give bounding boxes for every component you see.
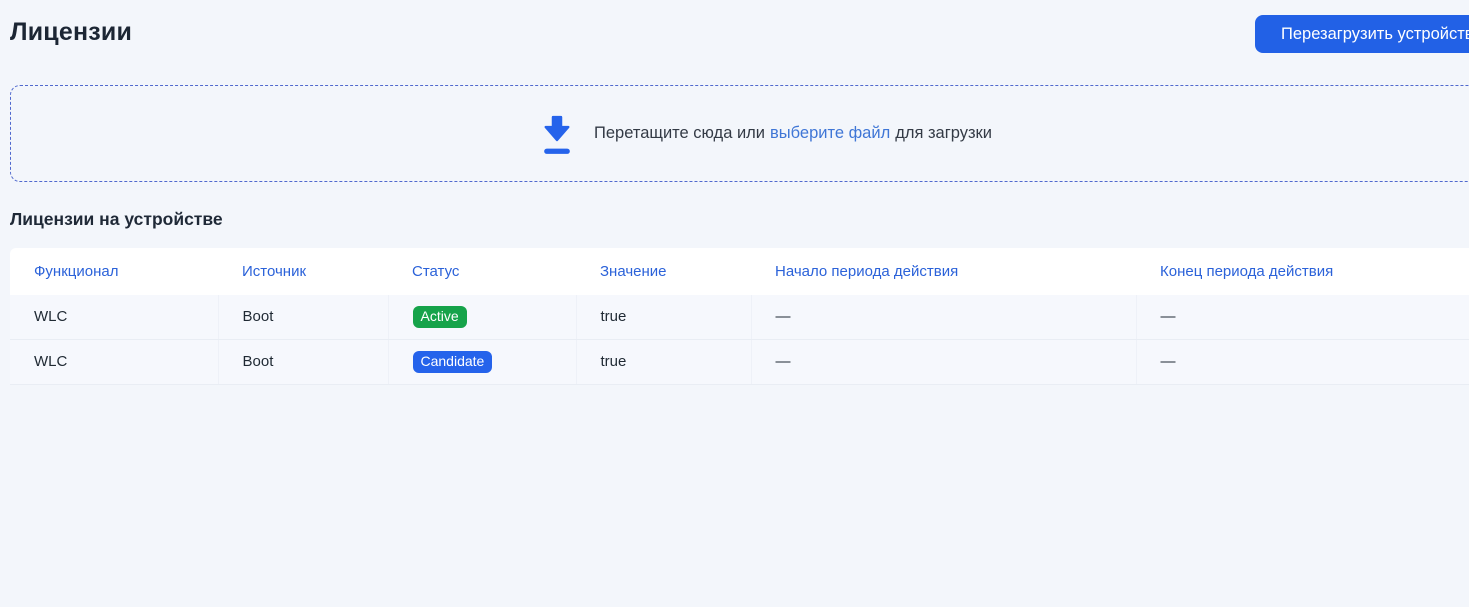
cell-period-end: — — [1136, 295, 1469, 340]
table-row: WLC Boot Active true — — — [10, 295, 1469, 340]
cell-source: Boot — [218, 295, 388, 340]
dropzone-text-before: Перетащите сюда или — [594, 124, 765, 143]
cell-period-start: — — [751, 340, 1136, 385]
cell-functional: WLC — [10, 340, 218, 385]
cell-functional: WLC — [10, 295, 218, 340]
cell-value: true — [576, 295, 751, 340]
table-header-row: Функционал Источник Статус Значение Нача… — [10, 248, 1469, 295]
download-icon — [538, 113, 576, 155]
column-header-period-end[interactable]: Конец периода действия — [1136, 248, 1469, 295]
cell-value: true — [576, 340, 751, 385]
reboot-device-button[interactable]: Перезагрузить устройство — [1255, 15, 1469, 53]
column-header-value[interactable]: Значение — [576, 248, 751, 295]
cell-status: Candidate — [388, 340, 576, 385]
select-file-link[interactable]: выберите файл — [770, 124, 890, 143]
page-title: Лицензии — [10, 18, 132, 47]
cell-period-end: — — [1136, 340, 1469, 385]
section-title-device-licenses: Лицензии на устройстве — [10, 209, 223, 230]
licenses-table-container: Функционал Источник Статус Значение Нача… — [10, 248, 1469, 385]
cell-status: Active — [388, 295, 576, 340]
column-header-period-start[interactable]: Начало периода действия — [751, 248, 1136, 295]
dropzone-text-after: для загрузки — [895, 124, 992, 143]
table-row: WLC Boot Candidate true — — — [10, 340, 1469, 385]
licenses-table: Функционал Источник Статус Значение Нача… — [10, 248, 1469, 385]
cell-source: Boot — [218, 340, 388, 385]
column-header-status[interactable]: Статус — [388, 248, 576, 295]
dropzone-text: Перетащите сюда или выберите файл для за… — [594, 124, 992, 143]
column-header-functional[interactable]: Функционал — [10, 248, 218, 295]
column-header-source[interactable]: Источник — [218, 248, 388, 295]
cell-period-start: — — [751, 295, 1136, 340]
licenses-page: { "page": { "title": "Лицензии" }, "head… — [0, 0, 1469, 607]
file-dropzone[interactable]: Перетащите сюда или выберите файл для за… — [10, 85, 1469, 182]
status-badge-active: Active — [413, 306, 467, 328]
status-badge-candidate: Candidate — [413, 351, 493, 373]
